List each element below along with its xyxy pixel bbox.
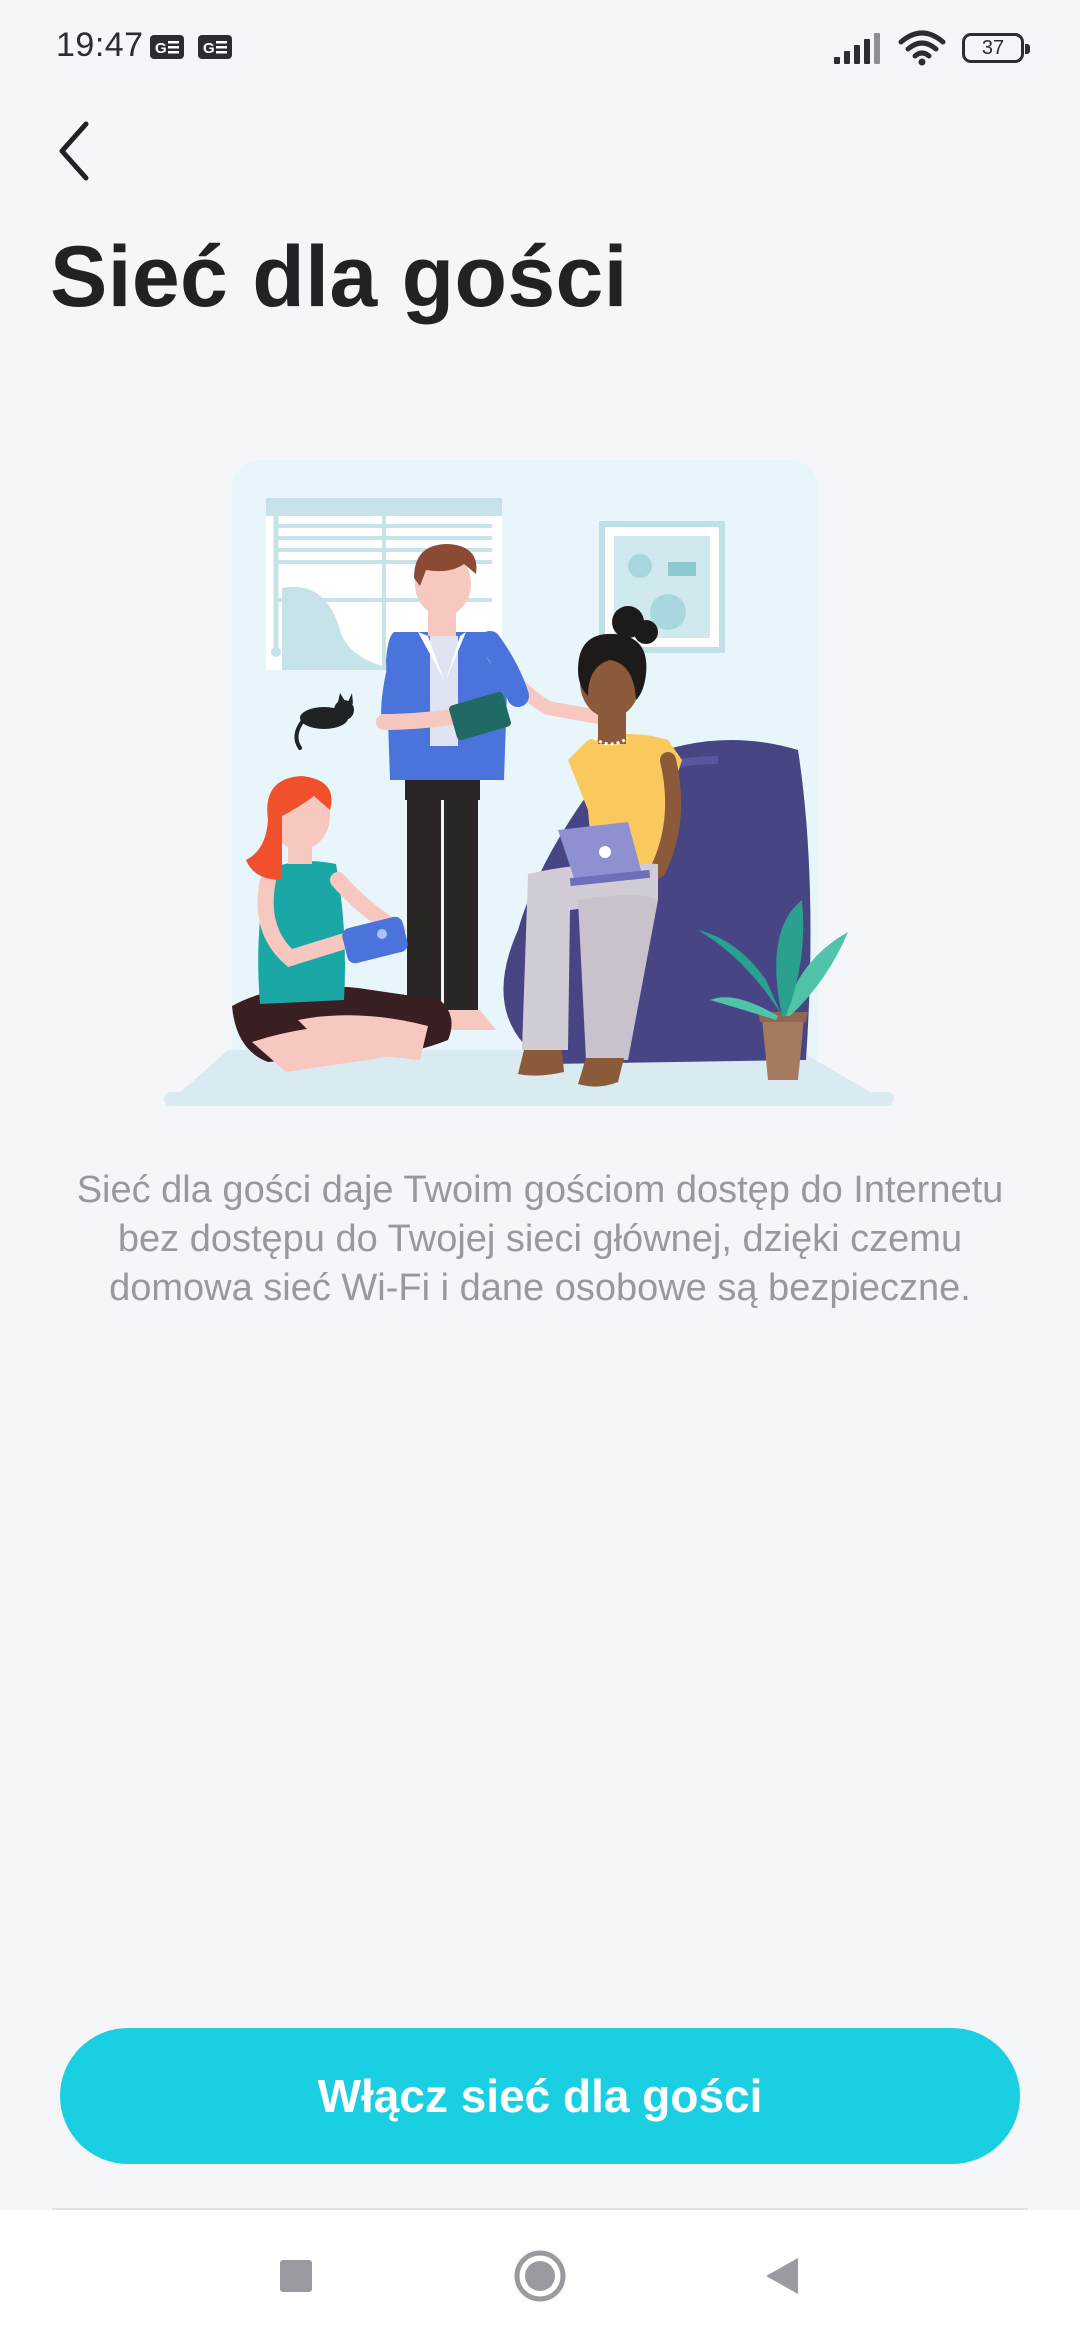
notification-app-icon: G — [150, 35, 184, 59]
chevron-left-icon — [59, 121, 89, 181]
description-text: Sieć dla gości daje Twoim gościom dostęp… — [76, 1169, 1004, 1309]
recents-button[interactable] — [266, 2246, 326, 2306]
svg-text:G: G — [203, 40, 215, 57]
guest-network-illustration — [164, 460, 894, 1106]
square-icon — [280, 2260, 312, 2292]
home-button[interactable] — [510, 2246, 570, 2306]
battery-indicator: 37 — [962, 33, 1030, 63]
page-title: Sieć dla gości — [50, 229, 628, 325]
svg-text:G: G — [155, 40, 167, 57]
signal-bars-icon — [834, 33, 880, 64]
navigation-bar — [0, 2210, 1080, 2340]
wifi-icon — [898, 30, 946, 66]
battery-level: 37 — [981, 36, 1005, 59]
status-bar: 19:47 G G 37 — [0, 0, 1080, 96]
enable-guest-network-button[interactable]: Włącz sieć dla gości — [60, 2028, 1020, 2164]
triangle-back-icon — [766, 2258, 798, 2294]
circle-icon — [514, 2250, 566, 2302]
notification-app-icon: G — [198, 35, 232, 59]
status-time: 19:47 — [56, 26, 144, 64]
back-button[interactable] — [40, 108, 108, 194]
system-back-button[interactable] — [752, 2246, 812, 2306]
